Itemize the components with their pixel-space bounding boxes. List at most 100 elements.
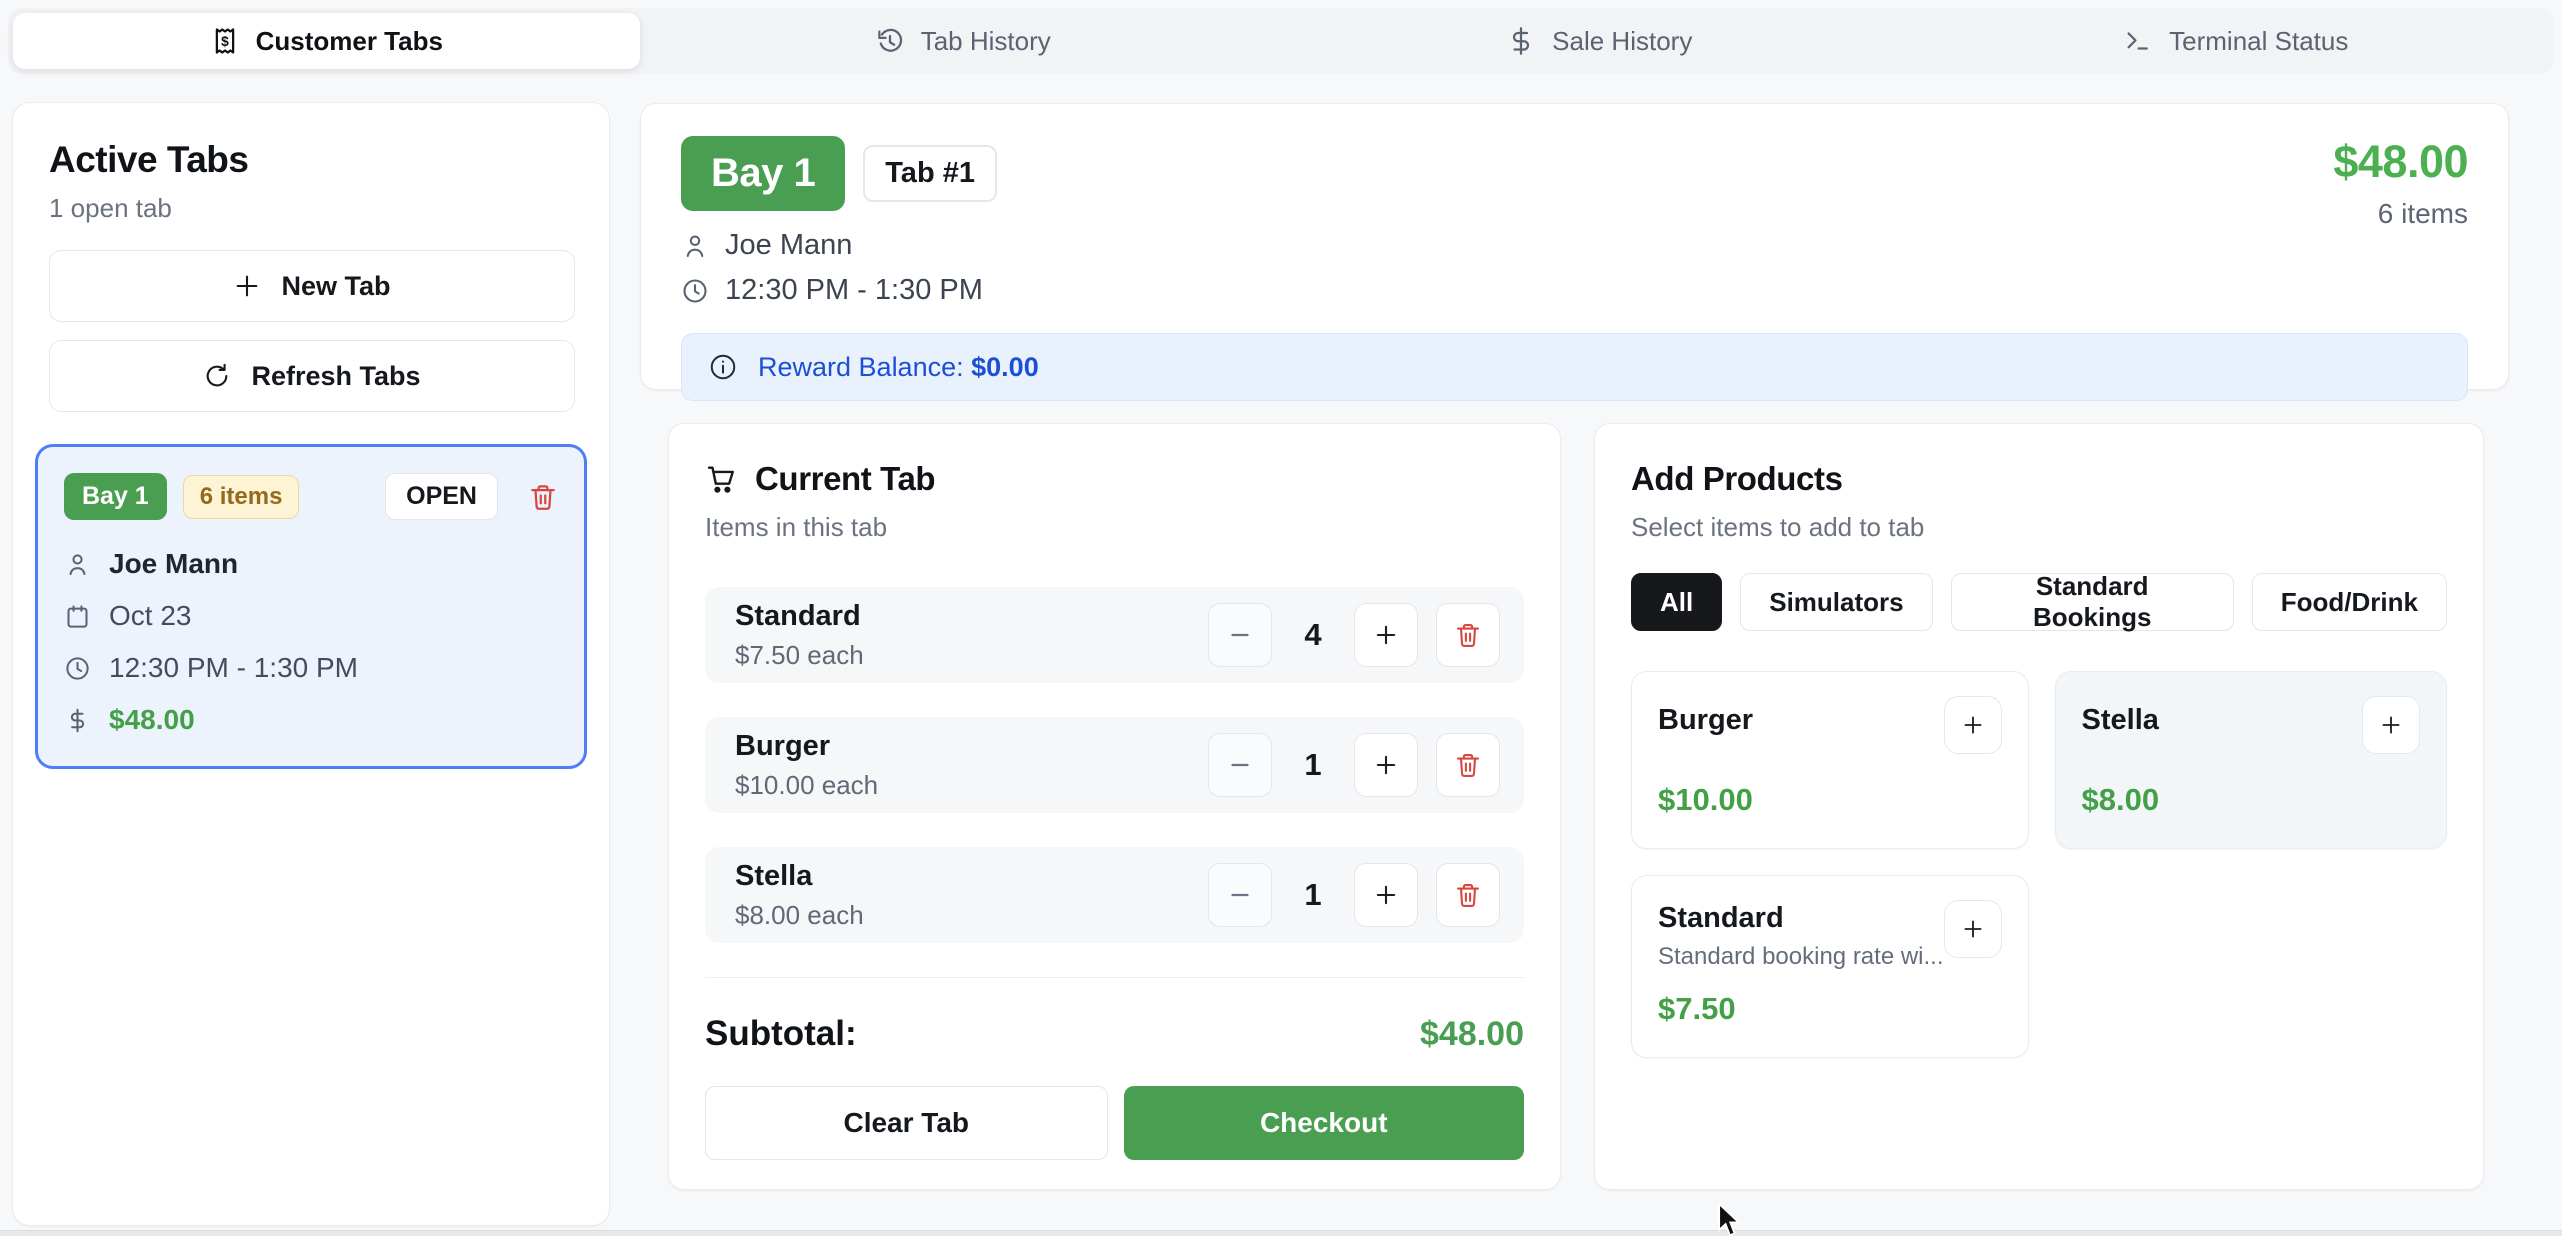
header-customer-name: Joe Mann (725, 229, 852, 262)
tab-items-count: 6 items (2333, 198, 2468, 230)
refresh-icon (203, 362, 231, 390)
new-tab-button[interactable]: New Tab (49, 250, 575, 322)
open-tab-count: 1 open tab (49, 193, 573, 224)
item-name: Burger (735, 730, 878, 763)
add-products-subtitle: Select items to add to tab (1631, 512, 2447, 543)
refresh-tabs-button[interactable]: Refresh Tabs (49, 340, 575, 412)
current-tab-title: Current Tab (755, 460, 935, 498)
plus-icon (233, 272, 261, 300)
checkout-button[interactable]: Checkout (1124, 1086, 1525, 1160)
plus-icon (1960, 712, 1986, 738)
tab-detail-header: Bay 1 Tab #1 Joe Mann (640, 103, 2509, 390)
filter-food-drink[interactable]: Food/Drink (2252, 573, 2447, 631)
clock-icon (681, 277, 709, 305)
item-unit-price: $7.50 each (735, 640, 864, 671)
increase-qty-button[interactable] (1354, 603, 1418, 667)
increase-qty-button[interactable] (1354, 733, 1418, 797)
receipt-icon: $ (210, 26, 240, 56)
item-quantity: 1 (1290, 877, 1336, 913)
tab-item-row: Stella $8.00 each 1 (705, 847, 1524, 943)
tab-sale-history[interactable]: Sale History (1286, 13, 1913, 69)
decrease-qty-button[interactable] (1208, 603, 1272, 667)
items-count-badge: 6 items (183, 475, 300, 519)
nav-label: Sale History (1552, 26, 1692, 57)
decrease-qty-button[interactable] (1208, 863, 1272, 927)
add-product-button[interactable] (2362, 696, 2420, 754)
add-product-button[interactable] (1944, 696, 2002, 754)
current-tab-panel: Current Tab Items in this tab Standard $… (668, 423, 1561, 1190)
bay-badge-large: Bay 1 (681, 136, 845, 211)
plus-icon (1372, 621, 1400, 649)
product-price: $10.00 (1658, 782, 2002, 818)
tab-terminal-status[interactable]: Terminal Status (1923, 13, 2550, 69)
tab-date: Oct 23 (109, 600, 191, 632)
delete-tab-button[interactable] (528, 482, 558, 512)
refresh-tabs-label: Refresh Tabs (251, 361, 420, 392)
pos-app: $ Customer Tabs Tab History (0, 0, 2562, 1236)
tab-item-list: Standard $7.50 each 4 (705, 587, 1524, 977)
nav-label: Terminal Status (2169, 26, 2348, 57)
product-price: $7.50 (1658, 991, 2002, 1027)
page-bottom-edge (0, 1230, 2562, 1236)
minus-icon (1227, 752, 1253, 778)
add-products-title: Add Products (1631, 460, 2447, 498)
current-tab-subtitle: Items in this tab (705, 512, 1524, 543)
top-nav: $ Customer Tabs Tab History (8, 8, 2554, 74)
tab-amount: $48.00 (109, 704, 195, 736)
filter-simulators[interactable]: Simulators (1740, 573, 1932, 631)
add-product-button[interactable] (1944, 900, 2002, 958)
clear-tab-button[interactable]: Clear Tab (705, 1086, 1108, 1160)
tab-number-badge: Tab #1 (863, 145, 997, 202)
info-icon (708, 352, 738, 382)
plus-icon (1372, 751, 1400, 779)
trash-icon (1454, 621, 1482, 649)
tab-total: $48.00 (2333, 136, 2468, 188)
product-name: Burger (1658, 704, 1753, 737)
tab-list-item-selected[interactable]: Bay 1 6 items OPEN (35, 444, 587, 769)
reward-balance-banner: Reward Balance: $0.00 (681, 333, 2468, 401)
header-time: 12:30 PM - 1:30 PM (725, 274, 983, 307)
plus-icon (2378, 712, 2404, 738)
plus-icon (1960, 916, 1986, 942)
product-card-standard[interactable]: Standard Standard booking rate wi... $7.… (1631, 875, 2029, 1058)
add-products-panel: Add Products Select items to add to tab … (1594, 423, 2484, 1190)
cart-icon (705, 463, 737, 495)
product-description: Standard booking rate wi... (1658, 943, 1944, 971)
plus-icon (1372, 881, 1400, 909)
calendar-icon (64, 603, 91, 630)
product-name: Stella (2082, 704, 2159, 737)
remove-item-button[interactable] (1436, 603, 1500, 667)
tab-customer-tabs[interactable]: $ Customer Tabs (13, 13, 640, 69)
terminal-icon (2123, 26, 2153, 56)
filter-standard-bookings[interactable]: Standard Bookings (1951, 573, 2234, 631)
user-icon (681, 232, 709, 260)
dollar-icon (64, 707, 91, 734)
nav-label: Customer Tabs (256, 26, 443, 57)
tab-item-row: Standard $7.50 each 4 (705, 587, 1524, 683)
item-quantity: 1 (1290, 747, 1336, 783)
subtotal-value: $48.00 (1420, 1015, 1524, 1054)
trash-icon (528, 482, 558, 512)
remove-item-button[interactable] (1436, 863, 1500, 927)
filter-all[interactable]: All (1631, 573, 1722, 631)
product-card-burger[interactable]: Burger $10.00 (1631, 671, 2029, 849)
clock-icon (64, 655, 91, 682)
remove-item-button[interactable] (1436, 733, 1500, 797)
category-filter-row: All Simulators Standard Bookings Food/Dr… (1631, 573, 2447, 631)
user-icon (64, 551, 91, 578)
product-card-stella[interactable]: Stella $8.00 (2055, 671, 2447, 849)
minus-icon (1227, 882, 1253, 908)
item-unit-price: $10.00 each (735, 770, 878, 801)
history-icon (875, 26, 905, 56)
product-grid: Burger $10.00 Stella $8.00 (1631, 671, 2447, 1058)
reward-balance-value: $0.00 (971, 352, 1039, 382)
mouse-cursor (1716, 1204, 1742, 1236)
trash-icon (1454, 881, 1482, 909)
item-name: Standard (735, 600, 864, 633)
increase-qty-button[interactable] (1354, 863, 1418, 927)
tab-tab-history[interactable]: Tab History (650, 13, 1277, 69)
item-name: Stella (735, 860, 864, 893)
tab-customer-name: Joe Mann (109, 548, 238, 580)
decrease-qty-button[interactable] (1208, 733, 1272, 797)
active-tabs-title: Active Tabs (49, 139, 573, 181)
